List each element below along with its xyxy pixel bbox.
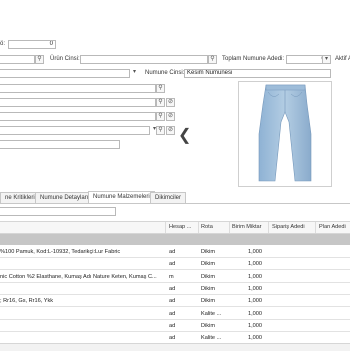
sample-type-field[interactable]: Kesim Numunesi: [184, 69, 331, 78]
cell-route: Dikim: [201, 298, 215, 305]
sample-type-label: Numune Cinsi:: [145, 70, 185, 76]
cell-route: Dikim: [201, 261, 215, 268]
search-icon[interactable]: ⚲: [156, 98, 165, 107]
cell-route: Dikim: [201, 249, 215, 255]
table-row[interactable]: ad Dikim 1,000: [0, 283, 350, 295]
table-row[interactable]: ; Rr16, Gs, Rr16, Ykk ad Dikim 1,000: [0, 295, 350, 308]
field-row-5[interactable]: [0, 140, 120, 149]
field-row-3[interactable]: [0, 112, 156, 121]
group-row[interactable]: [0, 234, 350, 245]
product-type-label: Ürün Cinsi:: [50, 56, 80, 62]
tab-sample-materials[interactable]: Numune Malzemeleri: [88, 191, 155, 203]
clear-icon[interactable]: ⊘: [166, 112, 175, 121]
col-account[interactable]: Hesap ...: [169, 222, 191, 233]
cell-route: Kalite ...: [201, 310, 222, 317]
search-icon[interactable]: ⚲: [208, 55, 217, 64]
table-row[interactable]: ad Dikim 1,000: [0, 320, 350, 332]
cell-unit-qty: 1,000: [248, 285, 262, 292]
search-icon[interactable]: ⚲: [156, 126, 165, 135]
count-field[interactable]: 0: [8, 40, 56, 49]
clear-icon[interactable]: ⊘: [166, 98, 175, 107]
tab-criteria[interactable]: ne Kritikleri: [0, 192, 40, 203]
active-label: Aktif A: [335, 56, 350, 62]
cell-unit-qty: 1,000: [248, 249, 262, 255]
dropdown-field[interactable]: [0, 69, 130, 78]
tab-bar-line: [0, 203, 350, 204]
jeans-image: [258, 84, 312, 182]
cell-account: ad: [169, 261, 176, 268]
col-unit-qty[interactable]: Birim Miktar: [232, 222, 262, 233]
cell-account: ad: [169, 310, 176, 317]
table-row[interactable]: ad Dikim 1,000: [0, 258, 350, 271]
cell-unit-qty: 1,000: [248, 298, 262, 305]
tab-sewers[interactable]: Dikimciler: [150, 192, 186, 203]
table-row[interactable]: %100 Pamuk, Kod:L-10932, Tedarikçi:Lur F…: [0, 246, 350, 258]
product-image: [238, 81, 332, 187]
cell-unit-qty: 1,000: [248, 310, 262, 317]
table-row[interactable]: ad Kalite ... 1,000: [0, 308, 350, 320]
cell-description: nic Cotton %2 Elasthane, Kumaş Adı Natur…: [0, 273, 157, 280]
material-search-input[interactable]: [0, 207, 116, 216]
field-row-4[interactable]: [0, 126, 150, 135]
cell-account: ad: [169, 298, 176, 305]
cell-account: m: [169, 273, 174, 280]
cell-unit-qty: 1,000: [248, 261, 262, 268]
cell-unit-qty: 1,000: [248, 322, 262, 329]
chevron-down-icon[interactable]: ▾: [130, 69, 139, 78]
cell-route: Dikim: [201, 285, 215, 292]
cell-route: Dikim: [201, 273, 215, 280]
col-route[interactable]: Rota: [201, 222, 213, 233]
left-field-1[interactable]: [0, 55, 35, 64]
count-label: ö:: [0, 41, 6, 47]
cell-route: Dikim: [201, 322, 215, 329]
cell-account: ad: [169, 285, 176, 292]
cell-account: ad: [169, 322, 176, 329]
search-icon[interactable]: ⚲: [156, 84, 165, 93]
col-plan-qty[interactable]: Plan Adedi: [319, 222, 346, 233]
field-row-1[interactable]: [0, 84, 156, 93]
total-sample-label: Toplam Numune Adedi:: [222, 56, 285, 62]
cell-unit-qty: 1,000: [248, 273, 262, 280]
spinner-button[interactable]: ▾: [322, 55, 331, 64]
tab-sample-details[interactable]: Numune Detayları: [35, 192, 94, 203]
chevron-left-icon[interactable]: ❮: [178, 128, 191, 144]
cell-description: %100 Pamuk, Kod:L-10932, Tedarikçi:Lur F…: [0, 249, 121, 255]
cell-description: ; Rr16, Gs, Rr16, Ykk: [0, 298, 54, 305]
field-row-2[interactable]: [0, 98, 156, 107]
clear-icon[interactable]: ⊘: [166, 126, 175, 135]
product-type-field[interactable]: [80, 55, 208, 64]
search-icon[interactable]: ⚲: [156, 112, 165, 121]
cell-account: ad: [169, 249, 176, 255]
table-row[interactable]: nic Cotton %2 Elasthane, Kumaş Adı Natur…: [0, 271, 350, 283]
col-order-qty[interactable]: Sipariş Adedi: [272, 222, 305, 233]
search-icon[interactable]: ⚲: [35, 55, 44, 64]
